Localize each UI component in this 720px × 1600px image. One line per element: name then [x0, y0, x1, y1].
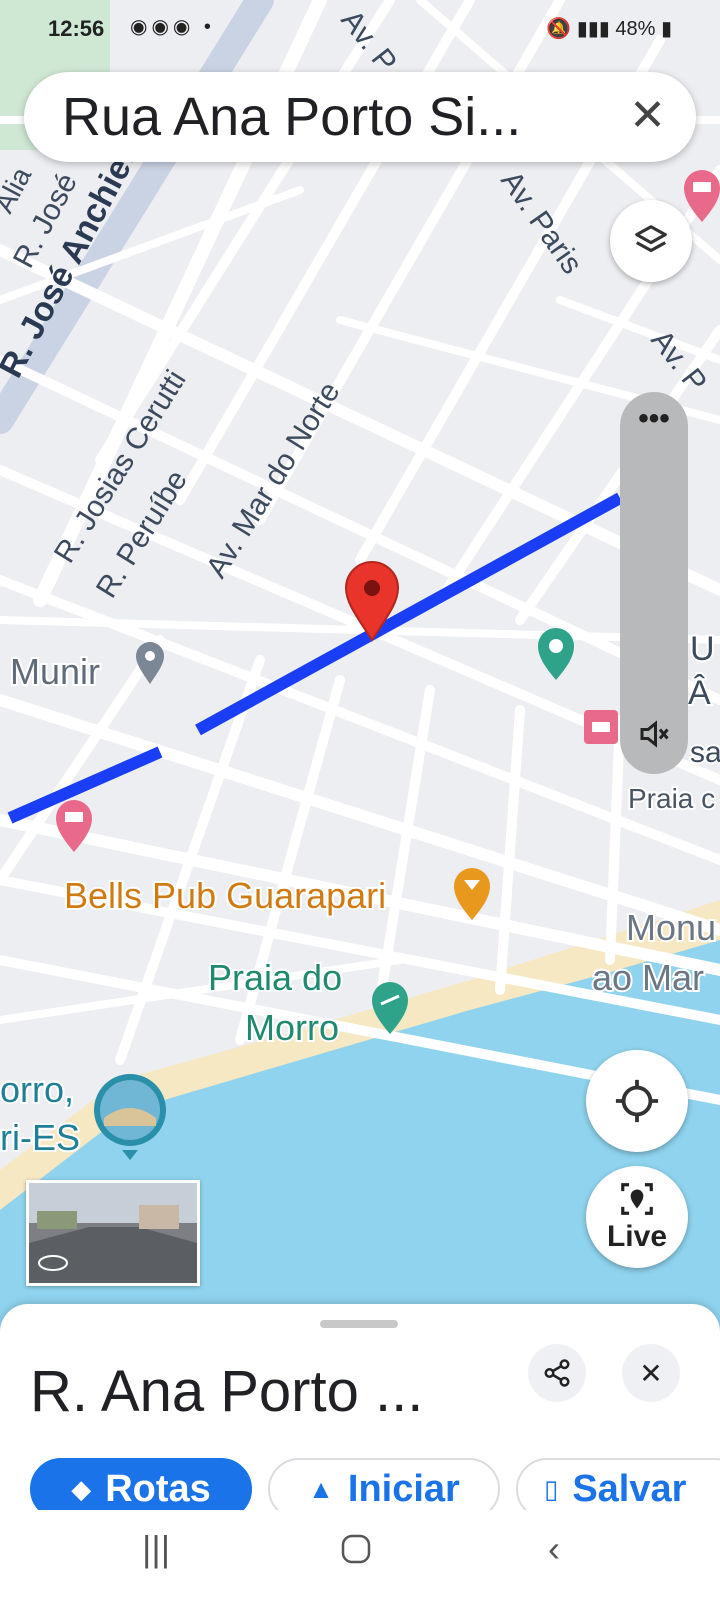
- share-button[interactable]: [528, 1344, 586, 1402]
- live-label: Live: [606, 1220, 668, 1253]
- street-label-mar-do-norte: Av. Mar do Norte: [200, 376, 347, 583]
- start-label: Iniciar: [347, 1467, 460, 1510]
- system-nav-bar: ||| ‹: [0, 1510, 720, 1600]
- mute-icon[interactable]: [636, 716, 672, 752]
- park-marker-icon[interactable]: [538, 628, 574, 680]
- status-right: 🔕 ▮▮▮ 48% ▮: [546, 16, 672, 41]
- signal-icon: ▮▮▮: [576, 18, 610, 40]
- status-time: 12:56: [48, 16, 105, 41]
- close-search-button[interactable]: ✕: [629, 90, 666, 141]
- poi-label-cut-2: Â: [688, 674, 711, 712]
- poi-label-munir: Munir: [10, 651, 100, 692]
- share-icon: [544, 1359, 570, 1387]
- layers-button[interactable]: [610, 200, 692, 282]
- save-label: Salvar: [572, 1467, 687, 1510]
- place-bottom-sheet[interactable]: R. Ana Porto ... ✕ ◆ Rotas ▲ Iniciar ▯ S…: [0, 1304, 720, 1510]
- poi-label-morro: orro,: [0, 1069, 74, 1110]
- street-view-thumbnail[interactable]: [26, 1180, 200, 1286]
- poi-label-cut-1: U: [690, 630, 715, 668]
- home-icon[interactable]: [340, 1532, 372, 1574]
- poi-label-monumento-1: Monu: [626, 907, 716, 948]
- poi-label-monumento-2: ao Mar: [592, 957, 704, 998]
- directions-label: Rotas: [105, 1467, 211, 1510]
- recent-apps-icon[interactable]: |||: [142, 1528, 170, 1570]
- poi-label-praia-do-morro-1: Praia do: [208, 957, 342, 998]
- directions-button[interactable]: ◆ Rotas: [30, 1458, 252, 1510]
- save-button[interactable]: ▯ Salvar: [516, 1458, 720, 1510]
- notification-icons: ◉◉◉ •: [130, 16, 215, 38]
- back-icon[interactable]: ‹: [548, 1528, 560, 1570]
- poi-label-praia-do-morro-2: Morro: [245, 1007, 339, 1048]
- street-view-image: [29, 1183, 197, 1283]
- close-sheet-button[interactable]: ✕: [622, 1344, 680, 1402]
- poi-label-bells-pub: Bells Pub Guarapari: [64, 875, 386, 916]
- my-location-button[interactable]: [586, 1050, 688, 1152]
- search-bar[interactable]: Rua Ana Porto Si... ✕: [24, 72, 696, 162]
- search-query[interactable]: Rua Ana Porto Si...: [62, 86, 602, 148]
- place-title: R. Ana Porto ...: [30, 1359, 424, 1424]
- poi-label-praia-c: Praia c: [628, 783, 715, 814]
- battery-level: 48%: [615, 18, 656, 40]
- navigation-arrow-icon: ▲: [308, 1473, 334, 1504]
- bookmark-icon: ▯: [544, 1473, 559, 1504]
- lodging-marker-icon[interactable]: [56, 800, 92, 852]
- layers-icon: [635, 225, 667, 253]
- live-view-icon: [621, 1183, 653, 1215]
- battery-icon: ▮: [660, 18, 672, 40]
- status-bar: 12:56 ◉◉◉ • 🔕 ▮▮▮ 48% ▮: [0, 0, 720, 58]
- mute-vibrate-icon: 🔕: [546, 18, 572, 40]
- poi-label-cut-3: sa: [690, 736, 720, 769]
- sheet-drag-handle[interactable]: [320, 1320, 398, 1328]
- floating-side-panel[interactable]: •••: [620, 392, 688, 774]
- more-options-icon[interactable]: •••: [620, 402, 688, 436]
- poi-label-ri-es: ri-ES: [0, 1117, 80, 1158]
- crosshair-icon: [615, 1079, 659, 1123]
- lodging-square-icon[interactable]: [584, 710, 618, 744]
- directions-icon: ◆: [71, 1473, 92, 1504]
- start-button[interactable]: ▲ Iniciar: [268, 1458, 500, 1510]
- live-view-button[interactable]: Live: [586, 1166, 688, 1268]
